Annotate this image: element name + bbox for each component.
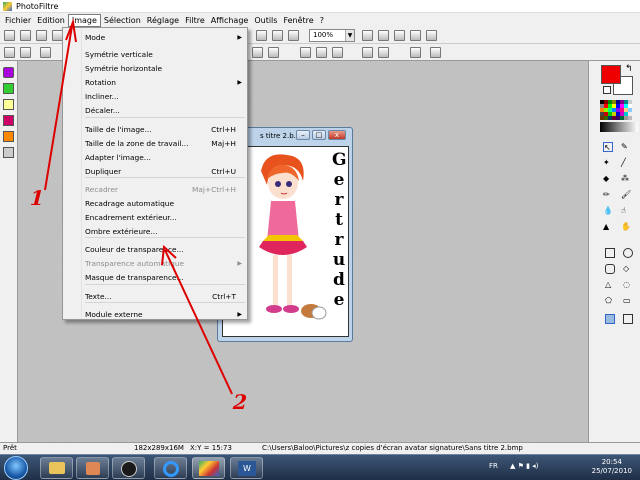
clock[interactable]: 20:54 25/07/2010 xyxy=(592,458,632,476)
clock-date: 25/07/2010 xyxy=(591,467,632,475)
annotation-layer xyxy=(44,18,233,395)
annotation-arrow-2 xyxy=(164,249,233,395)
hp-icon[interactable] xyxy=(112,457,145,479)
internet-explorer-icon[interactable] xyxy=(154,457,187,479)
start-button[interactable] xyxy=(4,456,28,480)
photofiltre-taskbar-icon[interactable] xyxy=(192,457,225,479)
status-dimensions: 182x289x16M xyxy=(134,444,184,452)
clock-time: 20:54 xyxy=(601,458,622,466)
media-player-icon[interactable] xyxy=(76,457,109,479)
status-state: Prêt xyxy=(3,444,17,452)
language-indicator[interactable]: FR xyxy=(489,462,498,470)
status-path: C:\Users\Baloo\Pictures\z copies d'écran… xyxy=(262,444,523,452)
taskbar: W FR ▲ ⚑ ▮ ◂) 20:54 25/07/2010 xyxy=(0,454,640,480)
explorer-icon[interactable] xyxy=(40,457,73,479)
tray-icons[interactable]: ▲ ⚑ ▮ ◂) xyxy=(510,462,540,472)
annotation-arrow-1 xyxy=(44,25,73,191)
status-coords: X:Y = 15:73 xyxy=(190,444,232,452)
status-bar: Prêt 182x289x16M X:Y = 15:73 C:\Users\Ba… xyxy=(0,442,640,454)
word-icon[interactable]: W xyxy=(230,457,263,479)
annotation-arrowhead-2 xyxy=(161,244,177,266)
